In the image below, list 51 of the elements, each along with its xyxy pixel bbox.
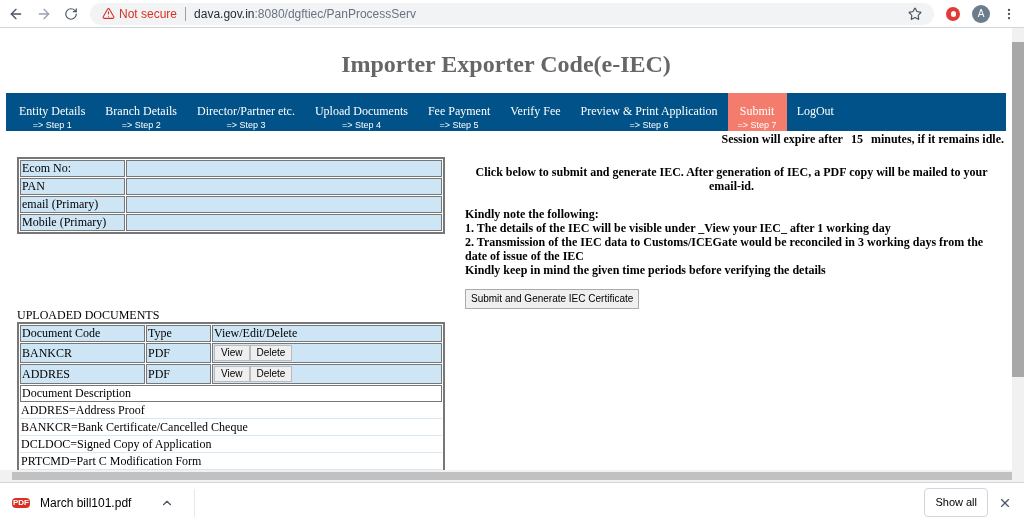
nav-tab[interactable]: Verify Fee <box>500 93 571 131</box>
nav-tab[interactable]: Upload Documents => Step 4 <box>304 93 418 131</box>
horizontal-scrollbar[interactable] <box>0 470 1024 482</box>
view-button[interactable]: View <box>214 366 250 382</box>
nav-tab[interactable]: LogOut <box>786 93 844 131</box>
nav-tab[interactable]: Fee Payment => Step 5 <box>417 93 501 131</box>
submit-button[interactable]: Submit and Generate IEC Certificate <box>465 289 640 309</box>
field-label: email (Primary) <box>20 196 125 213</box>
description-row: DCLDOC=Signed Copy of Application <box>20 437 442 453</box>
session-text: Session will expire after <box>721 132 843 147</box>
security-label: Not secure <box>119 5 178 23</box>
description-header: Document Description <box>20 385 442 402</box>
table-cell: PDF <box>146 343 211 363</box>
session-minutes: 15 <box>850 132 863 147</box>
address-bar[interactable]: Not secure dava.gov.in:8080/dgftiec/PanProcessServ <box>90 2 934 25</box>
delete-button[interactable]: Delete <box>249 366 293 382</box>
vertical-scrollbar[interactable] <box>1012 28 1024 470</box>
show-all-button[interactable]: Show all <box>924 488 988 517</box>
field-label: Mobile (Primary) <box>20 214 125 231</box>
url-text: dava.gov.in:8080/dgftiec/PanProcessServ <box>194 5 416 23</box>
field-label: Ecom No: <box>20 160 125 177</box>
nav-tab[interactable]: Entity Details => Step 1 <box>9 93 96 131</box>
nav-tab[interactable]: Director/Partner etc. => Step 3 <box>187 93 305 131</box>
note-text: 2. Transmission of the IEC data to Customs/ICEGate would be reconciled in 3 working days from the date of issue of the IEC <box>465 235 985 263</box>
nav-tab[interactable]: Branch Details => Step 2 <box>95 93 187 131</box>
download-file-name[interactable]: March bill101.pdf <box>40 493 150 512</box>
profile-avatar[interactable]: A <box>972 4 990 23</box>
session-text: minutes, if it remains idle. <box>870 132 1004 147</box>
description-row: BANKCR=Bank Certificate/Cancelled Cheque <box>20 420 442 436</box>
pdf-file-icon: PDF <box>12 497 30 508</box>
bookmark-star-icon[interactable] <box>908 6 922 21</box>
column-header: Document Code <box>20 325 145 342</box>
page-title: Importer Exporter Code(e-IEC) <box>340 50 672 79</box>
note-text: Kindly keep in mind the given time periods before verifying the details <box>465 263 827 277</box>
note-text: Kindly note the following: <box>465 207 600 221</box>
delete-button[interactable]: Delete <box>249 345 293 361</box>
reload-icon[interactable] <box>64 6 78 21</box>
warning-icon <box>102 7 115 20</box>
nav-tab[interactable]: Preview & Print Application => Step 6 <box>570 93 728 131</box>
column-header: Type <box>146 325 211 342</box>
column-header: View/Edit/Delete <box>212 325 442 342</box>
extension-icon[interactable] <box>946 6 960 21</box>
table-cell: PDF <box>146 364 211 384</box>
view-button[interactable]: View <box>214 345 250 361</box>
submit-instructions: Click below to submit and generate IEC. After generation of IEC, a PDF copy will be mailed to your email-id. <box>474 165 989 193</box>
description-row: ADDRES=Address Proof <box>20 403 442 419</box>
table-cell: ADDRES <box>20 364 145 384</box>
field-label: PAN <box>20 178 125 195</box>
section-heading: UPLOADED DOCUMENTS <box>17 308 161 322</box>
note-text: 1. The details of the IEC will be visible under _View your IEC_ after 1 working day <box>465 221 892 235</box>
table-cell: BANKCR <box>20 343 145 363</box>
